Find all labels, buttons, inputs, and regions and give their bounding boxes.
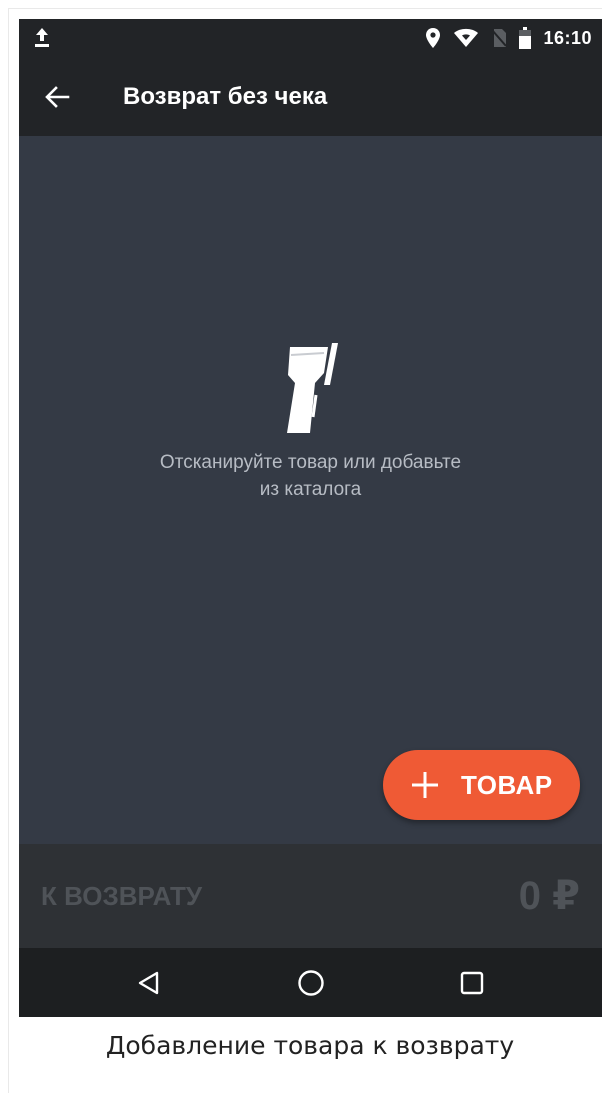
return-total-label: К ВОЗВРАТУ <box>41 881 203 911</box>
barcode-scanner-icon <box>286 343 338 433</box>
arrow-left-icon <box>45 86 70 108</box>
add-product-label: ТОВАР <box>461 769 553 800</box>
battery-icon <box>519 27 532 49</box>
status-bar: 16:10 <box>19 19 602 57</box>
status-time: 16:10 <box>543 27 592 48</box>
system-nav-bar <box>19 948 602 1017</box>
empty-state-text: Отсканируйте товар или добавьте из катал… <box>19 449 602 503</box>
page-title: Возврат без чека <box>123 83 328 110</box>
nav-home-button[interactable] <box>281 948 341 1017</box>
nav-back-button[interactable] <box>119 948 179 1017</box>
empty-state-line-1: Отсканируйте товар или добавьте <box>159 452 462 473</box>
add-product-button[interactable]: ТОВАР <box>383 750 580 820</box>
empty-state: Отсканируйте товар или добавьте из катал… <box>19 339 602 503</box>
back-button[interactable] <box>37 77 77 117</box>
upload-icon <box>35 28 49 47</box>
nav-recents-button[interactable] <box>442 948 502 1017</box>
plus-icon <box>412 772 438 798</box>
image-caption: Добавление товара к возврату <box>105 1031 515 1060</box>
phone-screen: 16:10 Возврат без чека Отсканируйте това… <box>19 19 602 1017</box>
triangle-back-icon <box>138 971 159 994</box>
return-total-value: 0 ₽ <box>518 874 580 918</box>
square-recents-icon <box>460 971 484 994</box>
status-icons: 16:10 <box>425 19 592 57</box>
return-summary: К ВОЗВРАТУ 0 ₽ <box>19 844 602 948</box>
empty-state-line-2: из каталога <box>259 479 362 500</box>
location-icon <box>426 28 441 48</box>
no-sim-icon <box>491 29 508 47</box>
circle-home-icon <box>298 969 324 996</box>
wifi-icon <box>454 28 479 47</box>
app-bar: Возврат без чека <box>19 57 602 136</box>
